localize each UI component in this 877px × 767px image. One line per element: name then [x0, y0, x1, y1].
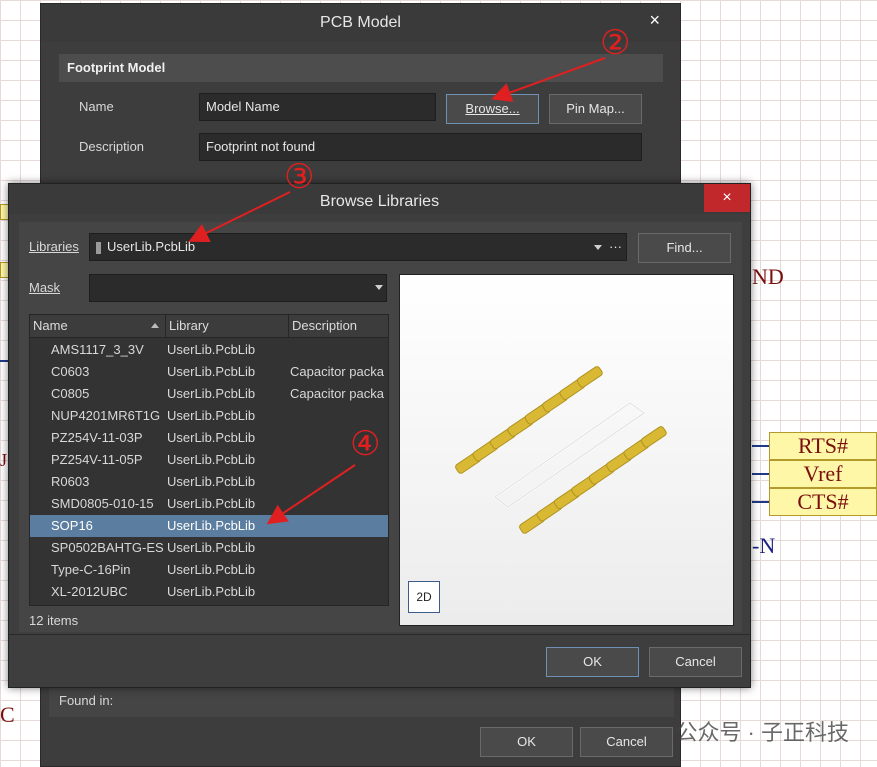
- watermark: 公众号 · 子正科技: [675, 720, 849, 745]
- annotation-marker-4: ④: [350, 425, 381, 463]
- annotation-arrow: [491, 57, 606, 102]
- annotation-marker-2: ②: [600, 24, 631, 62]
- annotation-arrow: [266, 464, 356, 525]
- annotation-layer: [188, 57, 606, 525]
- annotation-arrow: [188, 191, 291, 242]
- annotation-marker-3: ③: [284, 158, 315, 196]
